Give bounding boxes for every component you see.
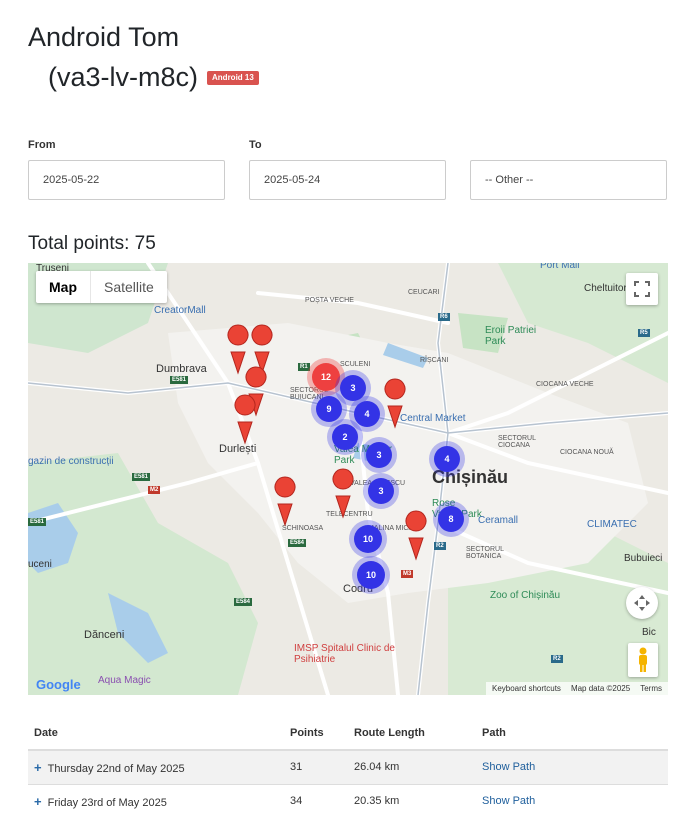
col-path: Path [476, 716, 668, 751]
google-logo-text: Google [36, 677, 81, 692]
date-text: Thursday 22nd of May 2025 [47, 762, 185, 775]
map-data-text: Map data ©2025 [570, 684, 631, 693]
from-date-input[interactable]: 2025-05-22 [28, 160, 225, 200]
map-view[interactable]: Truseni CreatorMall POȘTA VECHE CEUCARI … [28, 263, 668, 695]
cluster-count: 12 [320, 372, 331, 382]
table-header-row: Date Points Route Length Path [28, 716, 668, 751]
col-route-length: Route Length [348, 716, 476, 751]
date-cell: + Friday 23rd of May 2025 [28, 784, 284, 816]
from-label: From [28, 139, 56, 151]
cluster-marker[interactable]: 10 [357, 561, 385, 589]
map-type-control: Map Satellite [36, 271, 167, 303]
expand-icon[interactable]: + [34, 760, 42, 775]
date-cell: + Thursday 22nd of May 2025 [28, 750, 284, 785]
path-cell: Show Path [476, 784, 668, 816]
cluster-marker[interactable]: 10 [354, 525, 382, 553]
cluster-count: 3 [378, 486, 384, 496]
camera-control-button[interactable] [626, 587, 658, 619]
table-row: + Friday 23rd of May 2025 34 20.35 km Sho… [28, 784, 668, 816]
cluster-count: 4 [364, 409, 370, 419]
cluster-count: 2 [342, 432, 348, 442]
map-attribution: Keyboard shortcuts Map data ©2025 Terms [486, 682, 668, 695]
show-path-link[interactable]: Show Path [482, 795, 535, 807]
pegman-icon [639, 647, 647, 672]
map-type-map-button[interactable]: Map [36, 271, 91, 303]
col-points: Points [284, 716, 348, 751]
col-date: Date [28, 716, 284, 751]
cluster-marker[interactable]: 4 [354, 401, 380, 427]
cluster-marker[interactable]: 3 [340, 375, 366, 401]
cluster-count: 3 [350, 383, 356, 393]
cluster-marker[interactable]: 8 [438, 506, 464, 532]
date-text: Friday 23rd of May 2025 [47, 796, 167, 809]
page-title: Android Tom [28, 22, 180, 52]
length-cell: 20.35 km [348, 784, 476, 816]
google-logo: Google [36, 677, 81, 692]
fullscreen-button[interactable] [626, 273, 658, 305]
cluster-count: 4 [444, 454, 450, 464]
cluster-count: 3 [376, 450, 382, 460]
cluster-marker[interactable]: 4 [434, 446, 460, 472]
cluster-marker[interactable]: 9 [316, 396, 342, 422]
other-select[interactable]: -- Other -- [470, 160, 667, 200]
cluster-count: 9 [326, 404, 332, 414]
table-row: + Thursday 22nd of May 2025 31 26.04 km S… [28, 750, 668, 785]
terms-link[interactable]: Terms [640, 684, 662, 693]
street-view-button[interactable] [628, 643, 658, 677]
points-cell: 34 [284, 784, 348, 816]
expand-icon[interactable]: + [34, 794, 42, 809]
device-id: (va3-lv-m8c) Android 13 [48, 60, 259, 94]
cluster-marker-red[interactable]: 12 [312, 363, 340, 391]
cluster-marker[interactable]: 3 [368, 478, 394, 504]
device-id-text: (va3-lv-m8c) [48, 62, 199, 92]
cluster-count: 8 [448, 514, 454, 524]
routes-table: Date Points Route Length Path + Thursday … [28, 716, 668, 816]
fullscreen-icon [634, 281, 650, 297]
show-path-link[interactable]: Show Path [482, 761, 535, 773]
points-cell: 31 [284, 750, 348, 785]
cluster-count: 10 [365, 570, 376, 580]
to-label: To [249, 139, 262, 151]
length-cell: 26.04 km [348, 750, 476, 785]
cluster-count: 10 [362, 534, 373, 544]
cluster-marker[interactable]: 2 [332, 424, 358, 450]
path-cell: Show Path [476, 750, 668, 785]
clusters-layer: 12 3 9 4 2 3 4 3 8 10 10 [28, 263, 668, 695]
map-type-satellite-button[interactable]: Satellite [91, 271, 167, 303]
to-date-input[interactable]: 2025-05-24 [249, 160, 446, 200]
move-arrows-icon [634, 595, 650, 611]
os-badge: Android 13 [207, 71, 259, 85]
keyboard-shortcuts-link[interactable]: Keyboard shortcuts [492, 684, 561, 693]
total-points: Total points: 75 [28, 233, 156, 254]
cluster-marker[interactable]: 3 [366, 442, 392, 468]
